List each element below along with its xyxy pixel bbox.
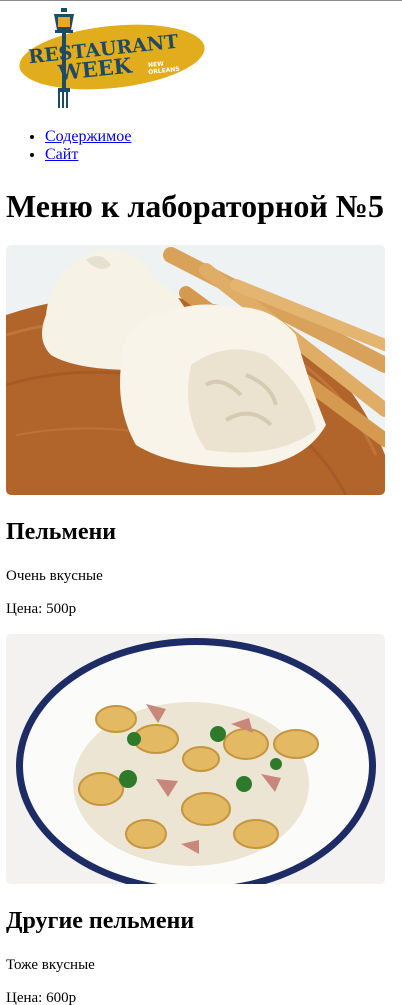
menu-item-description: Тоже вкусные bbox=[6, 957, 95, 973]
menu-item-description: Очень вкусные bbox=[6, 568, 103, 584]
menu-item-name: Пельмени bbox=[6, 519, 117, 545]
nav-link-site[interactable]: Сайт bbox=[45, 146, 78, 163]
tortellini-photo bbox=[6, 634, 385, 884]
top-border bbox=[0, 0, 402, 1]
menu-item-image bbox=[6, 634, 385, 884]
nav-item-content: Содержимое bbox=[45, 128, 132, 146]
menu-item-price: Цена: 500р bbox=[6, 601, 77, 617]
logo-graphic: RESTAURANT WEEK NEW ORLEANS bbox=[19, 8, 205, 108]
nav-item-site: Сайт bbox=[45, 146, 132, 164]
menu-item-price: Цена: 600р bbox=[6, 990, 77, 1005]
nav-link-content[interactable]: Содержимое bbox=[45, 128, 132, 145]
restaurant-week-logo[interactable]: RESTAURANT WEEK NEW ORLEANS bbox=[8, 8, 206, 110]
burrata-photo bbox=[6, 245, 385, 495]
menu-item-name: Другие пельмени bbox=[6, 908, 195, 934]
main-nav: Содержимое Сайт bbox=[8, 128, 132, 164]
page-title: Меню к лабораторной №5 bbox=[6, 188, 384, 224]
menu-item-image bbox=[6, 245, 385, 495]
